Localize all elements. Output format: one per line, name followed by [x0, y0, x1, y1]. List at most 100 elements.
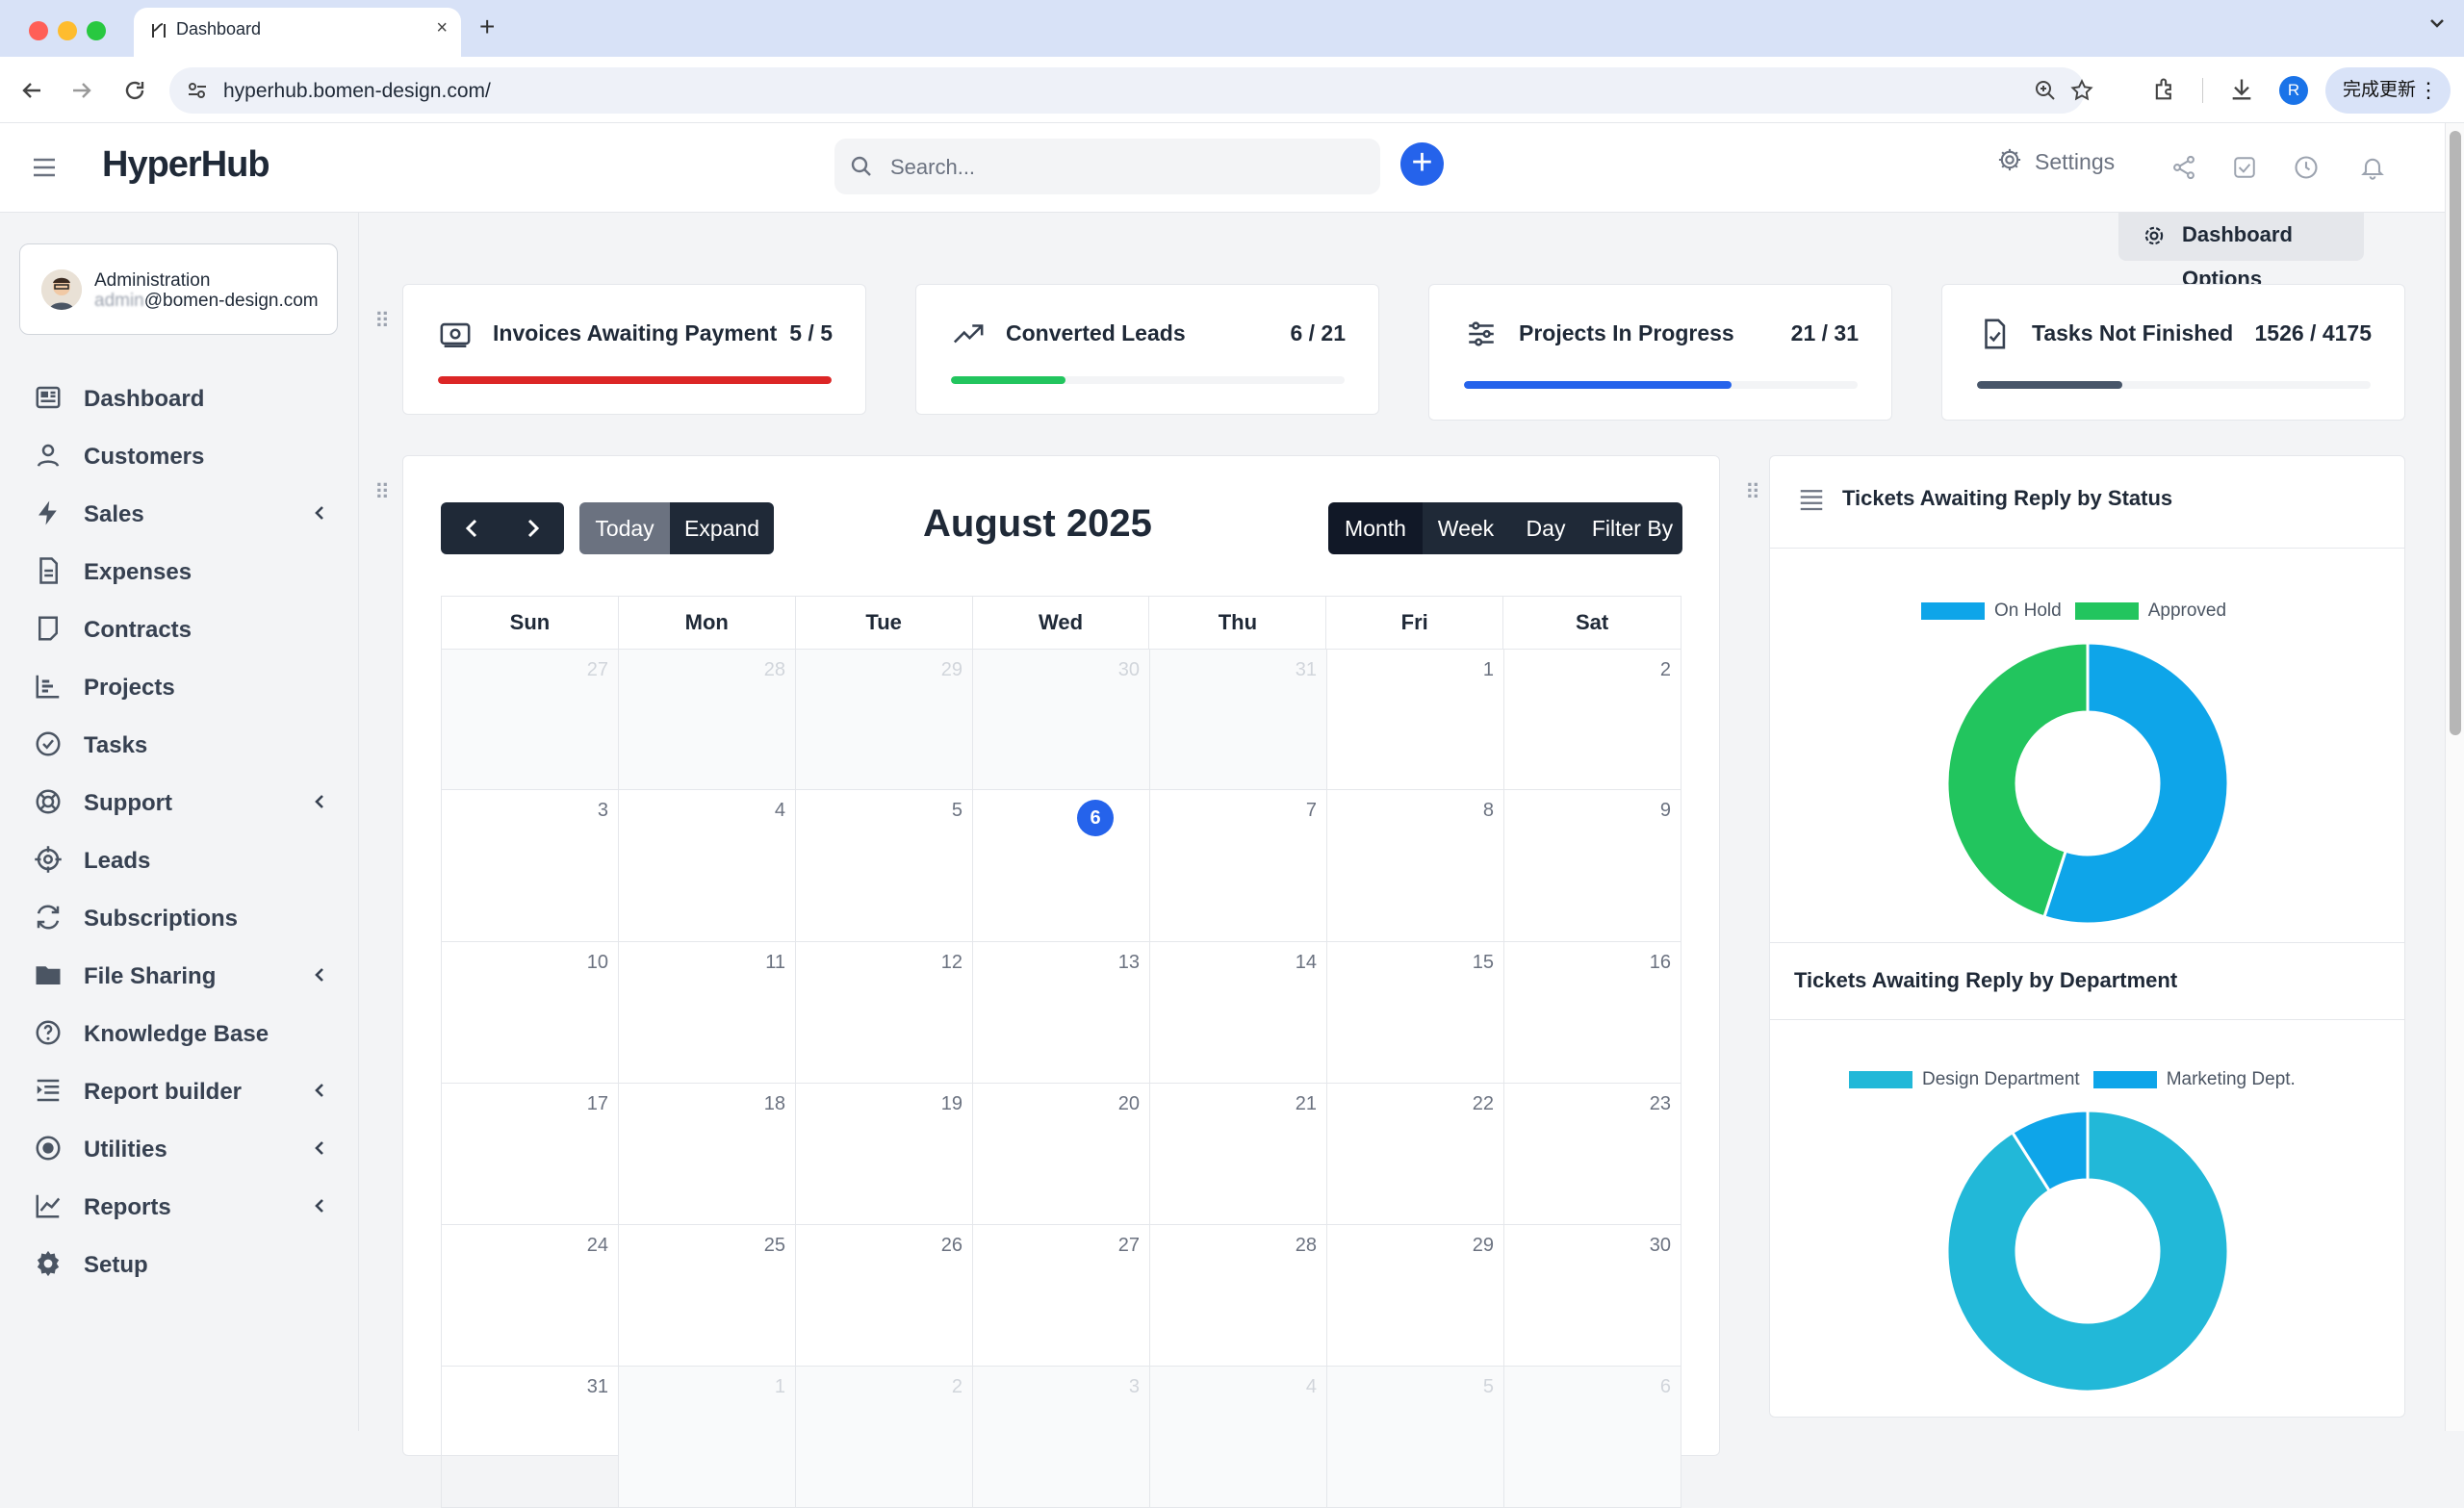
sidebar-item-subscriptions[interactable]: Subscriptions — [0, 888, 359, 946]
forward-icon[interactable] — [69, 78, 94, 103]
calendar-day[interactable]: 16 — [1504, 942, 1681, 1084]
calendar-day[interactable]: 28 — [1150, 1225, 1327, 1367]
drag-handle-icon[interactable]: ⠿ — [1745, 480, 1760, 505]
calendar-day[interactable]: 1 — [619, 1367, 796, 1508]
downloads-icon[interactable] — [2228, 76, 2255, 103]
checkbox-icon[interactable] — [2232, 155, 2257, 180]
calendar-day[interactable]: 20 — [973, 1084, 1150, 1225]
calendar-day-today[interactable]: 6 — [973, 790, 1150, 942]
calendar-day[interactable]: 4 — [1150, 1367, 1327, 1508]
sidebar-item-dashboard[interactable]: Dashboard — [0, 369, 359, 426]
calendar-day[interactable]: 9 — [1504, 790, 1681, 942]
calendar-day[interactable]: 2 — [1504, 650, 1681, 790]
calendar-day[interactable]: 30 — [973, 650, 1150, 790]
site-settings-icon[interactable] — [187, 80, 208, 101]
calendar-day[interactable]: 19 — [796, 1084, 973, 1225]
profile-avatar[interactable]: R — [2279, 76, 2308, 105]
calendar-next-button[interactable] — [502, 502, 564, 554]
tab-list-chevron-icon[interactable] — [2427, 13, 2447, 33]
calendar-day[interactable]: 15 — [1327, 942, 1504, 1084]
extensions-icon[interactable] — [2151, 76, 2178, 103]
calendar-day[interactable]: 29 — [796, 650, 973, 790]
address-bar[interactable]: hyperhub.bomen-design.com/ — [169, 67, 2093, 114]
sidebar-item-leads[interactable]: Leads — [0, 831, 359, 888]
minimize-window-button[interactable] — [58, 21, 77, 40]
calendar-day[interactable]: 10 — [442, 942, 619, 1084]
calendar-day[interactable]: 21 — [1150, 1084, 1327, 1225]
stat-card[interactable]: Tasks Not Finished 1526 / 4175 — [1941, 284, 2405, 421]
calendar-day[interactable]: 6 — [1504, 1367, 1681, 1508]
calendar-day[interactable]: 24 — [442, 1225, 619, 1367]
page-scrollbar[interactable] — [2445, 123, 2464, 1431]
calendar-day[interactable]: 18 — [619, 1084, 796, 1225]
close-window-button[interactable] — [29, 21, 48, 40]
calendar-day[interactable]: 30 — [1504, 1225, 1681, 1367]
bookmark-star-icon[interactable] — [2069, 78, 2094, 103]
maximize-window-button[interactable] — [87, 21, 106, 40]
calendar-day[interactable]: 13 — [973, 942, 1150, 1084]
sidebar-item-contracts[interactable]: Contracts — [0, 600, 359, 657]
sidebar-item-file-sharing[interactable]: File Sharing — [0, 946, 359, 1004]
calendar-day[interactable]: 31 — [1150, 650, 1327, 790]
calendar-day[interactable]: 22 — [1327, 1084, 1504, 1225]
legend-label-marketing[interactable]: Marketing Dept. — [2167, 1069, 2296, 1090]
scrollbar-thumb[interactable] — [2450, 131, 2461, 735]
legend-label-on-hold[interactable]: On Hold — [1994, 601, 2062, 622]
drag-handle-icon[interactable]: ⠿ — [374, 309, 390, 334]
calendar-day[interactable]: 7 — [1150, 790, 1327, 942]
user-profile-card[interactable]: Administration admin@bomen-design.com — [19, 243, 338, 335]
calendar-day[interactable]: 25 — [619, 1225, 796, 1367]
calendar-day[interactable]: 11 — [619, 942, 796, 1084]
legend-label-design[interactable]: Design Department — [1922, 1069, 2080, 1090]
zoom-icon[interactable] — [2034, 79, 2057, 102]
search-input[interactable]: Search... — [834, 139, 1380, 194]
calendar-day[interactable]: 12 — [796, 942, 973, 1084]
calendar-day[interactable]: 5 — [1327, 1367, 1504, 1508]
close-tab-icon[interactable]: × — [436, 17, 448, 39]
back-icon[interactable] — [19, 78, 44, 103]
calendar-prev-button[interactable] — [441, 502, 502, 554]
calendar-day[interactable]: 3 — [973, 1367, 1150, 1508]
calendar-day[interactable]: 1 — [1327, 650, 1504, 790]
sidebar-item-utilities[interactable]: Utilities — [0, 1119, 359, 1177]
view-day-button[interactable]: Day — [1509, 502, 1582, 554]
calendar-day[interactable]: 5 — [796, 790, 973, 942]
calendar-day[interactable]: 27 — [973, 1225, 1150, 1367]
browser-tab[interactable]: Dashboard × — [134, 8, 461, 57]
stat-card[interactable]: Converted Leads 6 / 21 — [915, 284, 1379, 415]
stat-card[interactable]: Projects In Progress 21 / 31 — [1428, 284, 1892, 421]
calendar-day[interactable]: 29 — [1327, 1225, 1504, 1367]
view-week-button[interactable]: Week — [1423, 502, 1509, 554]
sidebar-item-customers[interactable]: Customers — [0, 426, 359, 484]
calendar-day[interactable]: 8 — [1327, 790, 1504, 942]
update-button[interactable]: 完成更新 ⋮ — [2325, 67, 2451, 114]
reload-icon[interactable] — [122, 78, 147, 103]
hamburger-menu-icon[interactable] — [33, 158, 56, 177]
calendar-today-button[interactable]: Today — [579, 502, 670, 554]
calendar-expand-button[interactable]: Expand — [670, 502, 774, 554]
calendar-day[interactable]: 3 — [442, 790, 619, 942]
clock-icon[interactable] — [2293, 154, 2320, 181]
calendar-day[interactable]: 2 — [796, 1367, 973, 1508]
app-logo[interactable]: HyperHub — [102, 144, 270, 186]
sidebar-item-reports[interactable]: Reports — [0, 1177, 359, 1235]
sidebar-item-setup[interactable]: Setup — [0, 1235, 359, 1292]
sidebar-item-expenses[interactable]: Expenses — [0, 542, 359, 600]
calendar-day[interactable]: 4 — [619, 790, 796, 942]
calendar-day[interactable]: 17 — [442, 1084, 619, 1225]
calendar-day[interactable]: 14 — [1150, 942, 1327, 1084]
stat-card[interactable]: Invoices Awaiting Payment 5 / 5 — [402, 284, 866, 415]
calendar-day[interactable]: 26 — [796, 1225, 973, 1367]
calendar-day[interactable]: 31 — [442, 1367, 619, 1508]
calendar-day[interactable]: 28 — [619, 650, 796, 790]
drag-handle-icon[interactable]: ⠿ — [374, 480, 390, 505]
sidebar-item-knowledge-base[interactable]: Knowledge Base — [0, 1004, 359, 1061]
calendar-day[interactable]: 23 — [1504, 1084, 1681, 1225]
dashboard-options-button[interactable]: Dashboard Options — [2118, 213, 2364, 291]
sidebar-item-tasks[interactable]: Tasks — [0, 715, 359, 773]
calendar-day[interactable]: 27 — [442, 650, 619, 790]
kebab-menu-icon[interactable]: ⋮ — [2418, 67, 2439, 114]
bell-icon[interactable] — [2359, 154, 2386, 181]
sidebar-item-projects[interactable]: Projects — [0, 657, 359, 715]
quick-create-button[interactable]: + — [1400, 142, 1444, 186]
